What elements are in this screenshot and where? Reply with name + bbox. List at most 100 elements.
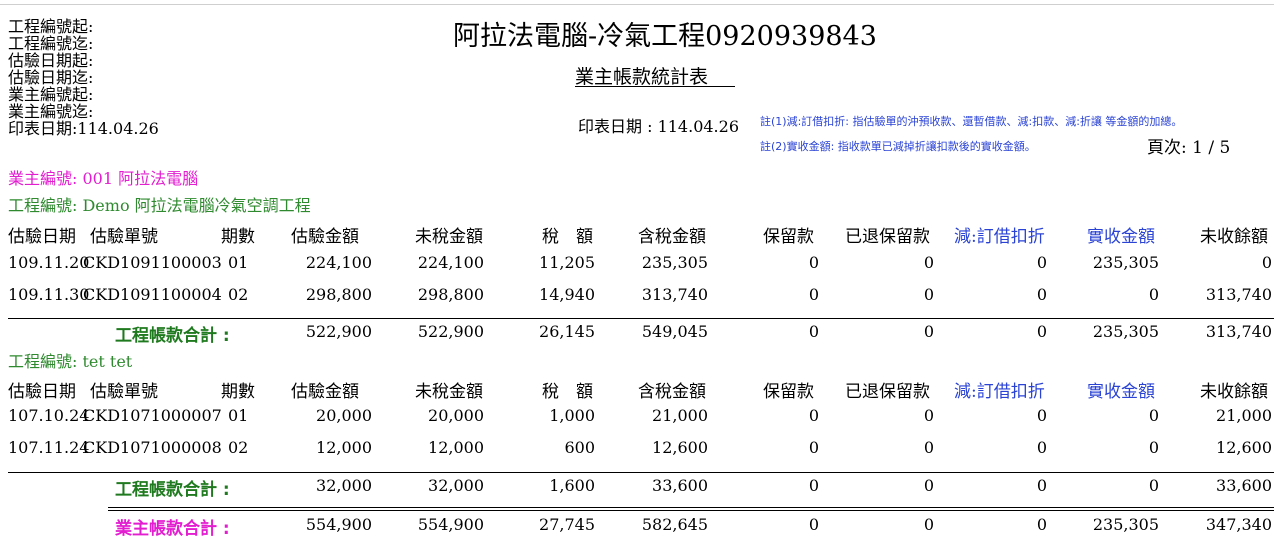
col-received-header: 實收金額 <box>1087 382 1155 402</box>
col-deduction-cell: 0 <box>1036 438 1047 457</box>
owner-total-divider <box>108 510 1274 511</box>
col-deduction-cell: 0 <box>1036 285 1047 304</box>
col-retention-returned-cell: 0 <box>923 438 934 457</box>
col-est-amount-header: 估驗金額 <box>291 382 359 402</box>
total-cell: 0 <box>1036 322 1047 341</box>
total-cell: 0 <box>1036 476 1047 495</box>
total-cell: 27,745 <box>539 515 595 534</box>
col-period-cell: 01 <box>228 253 249 272</box>
col-est-amount-cell: 298,800 <box>305 285 372 304</box>
subtotal-label: 工程帳款合計 : <box>115 480 230 500</box>
col-pretax-cell: 20,000 <box>428 406 484 425</box>
col-retention-returned-cell: 0 <box>923 285 934 304</box>
col-retention-cell: 0 <box>808 285 819 304</box>
filter-date-from: 估驗日期起: <box>8 51 94 70</box>
total-cell: 32,000 <box>316 476 372 495</box>
page-indicator: 頁次: 1 / 5 <box>1147 138 1231 158</box>
col-retention-returned-header: 已退保留款 <box>845 382 930 402</box>
col-pretax-cell: 298,800 <box>417 285 484 304</box>
total-cell: 0 <box>808 322 819 341</box>
col-date-header: 估驗日期 <box>8 382 76 402</box>
col-docno-header: 估驗單號 <box>90 227 158 247</box>
col-period-cell: 01 <box>228 406 249 425</box>
subtotal-label: 工程帳款合計 : <box>115 326 230 346</box>
project-heading: 工程編號: Demo 阿拉法電腦冷氣空調工程 <box>8 196 311 215</box>
col-retention-cell: 0 <box>808 406 819 425</box>
col-retention-returned-cell: 0 <box>923 406 934 425</box>
total-cell: 0 <box>808 476 819 495</box>
col-total-tax-cell: 313,740 <box>641 285 708 304</box>
total-cell: 0 <box>1036 515 1047 534</box>
col-tax-cell: 11,205 <box>539 253 595 272</box>
total-cell: 549,045 <box>641 322 708 341</box>
col-tax-header: 稅 額 <box>542 382 593 402</box>
col-est-amount-header: 估驗金額 <box>291 227 359 247</box>
filter-date-to: 估驗日期迄: <box>8 68 94 87</box>
col-total-tax-header: 含稅金額 <box>638 382 706 402</box>
col-deduction-header: 減:訂借扣折 <box>954 227 1045 247</box>
filter-owner-to: 業主編號迄: <box>8 102 94 121</box>
col-balance-header: 未收餘額 <box>1200 227 1268 247</box>
col-docno-header: 估驗單號 <box>90 382 158 402</box>
col-pretax-header: 未稅金額 <box>415 382 483 402</box>
total-cell: 33,600 <box>1216 476 1272 495</box>
total-cell: 235,305 <box>1092 322 1159 341</box>
total-cell: 0 <box>808 515 819 534</box>
col-tax-cell: 1,000 <box>549 406 595 425</box>
col-retention-header: 保留款 <box>763 382 814 402</box>
total-cell: 522,900 <box>417 322 484 341</box>
col-received-cell: 0 <box>1148 438 1159 457</box>
col-period-cell: 02 <box>228 285 249 304</box>
col-pretax-cell: 224,100 <box>417 253 484 272</box>
col-period-cell: 02 <box>228 438 249 457</box>
col-pretax-cell: 12,000 <box>428 438 484 457</box>
filter-criteria: 工程編號起: 工程編號迄: 估驗日期起: 估驗日期迄: 業主編號起: 業主編號迄… <box>8 18 159 137</box>
col-date-cell: 109.11.30 <box>8 285 90 304</box>
col-total-tax-cell: 12,600 <box>652 438 708 457</box>
col-balance-cell: 12,600 <box>1216 438 1272 457</box>
total-cell: 26,145 <box>539 322 595 341</box>
col-docno-cell: CKD1091100004 <box>83 285 222 304</box>
col-received-header: 實收金額 <box>1087 227 1155 247</box>
col-total-tax-cell: 235,305 <box>641 253 708 272</box>
total-cell: 235,305 <box>1092 515 1159 534</box>
total-cell: 554,900 <box>305 515 372 534</box>
col-date-header: 估驗日期 <box>8 227 76 247</box>
note-1: 註(1)減:訂借扣折: 指估驗單的沖預收款、還暫借款、減:扣款、減:折讓 等金額… <box>760 115 1183 128</box>
filter-print-date: 印表日期:114.04.26 <box>8 119 159 138</box>
top-border <box>0 4 1274 5</box>
col-deduction-cell: 0 <box>1036 406 1047 425</box>
col-retention-returned-header: 已退保留款 <box>845 227 930 247</box>
col-period-header: 期數 <box>221 382 255 402</box>
filter-project-to: 工程編號迄: <box>8 34 94 53</box>
subtotal-divider <box>8 472 1274 473</box>
owner-total-divider <box>108 507 1274 508</box>
col-total-tax-header: 含稅金額 <box>638 227 706 247</box>
col-retention-cell: 0 <box>808 438 819 457</box>
total-cell: 0 <box>923 476 934 495</box>
total-cell: 0 <box>1148 476 1159 495</box>
col-received-cell: 235,305 <box>1092 253 1159 272</box>
note-2: 註(2)實收金額: 指收款單已減掉折讓扣款後的實收金額。 <box>760 140 1036 153</box>
col-total-tax-cell: 21,000 <box>652 406 708 425</box>
col-date-cell: 107.11.24 <box>8 438 90 457</box>
col-tax-header: 稅 額 <box>542 227 593 247</box>
col-est-amount-cell: 224,100 <box>305 253 372 272</box>
total-cell: 522,900 <box>305 322 372 341</box>
col-date-cell: 109.11.20 <box>8 253 90 272</box>
subtotal-divider <box>8 318 1274 319</box>
col-balance-cell: 21,000 <box>1216 406 1272 425</box>
filter-project-from: 工程編號起: <box>8 17 94 36</box>
col-retention-cell: 0 <box>808 253 819 272</box>
col-period-header: 期數 <box>221 227 255 247</box>
report-subtitle: 業主帳款統計表 <box>575 66 709 88</box>
col-pretax-header: 未稅金額 <box>415 227 483 247</box>
total-cell: 33,600 <box>652 476 708 495</box>
col-docno-cell: CKD1071000007 <box>83 406 222 425</box>
col-deduction-header: 減:訂借扣折 <box>954 382 1045 402</box>
print-date: 印表日期 : 114.04.26 <box>578 117 739 136</box>
report-company-title: 阿拉法電腦-冷氣工程0920939843 <box>453 21 877 52</box>
col-received-cell: 0 <box>1148 285 1159 304</box>
col-est-amount-cell: 20,000 <box>316 406 372 425</box>
col-docno-cell: CKD1071000008 <box>83 438 222 457</box>
